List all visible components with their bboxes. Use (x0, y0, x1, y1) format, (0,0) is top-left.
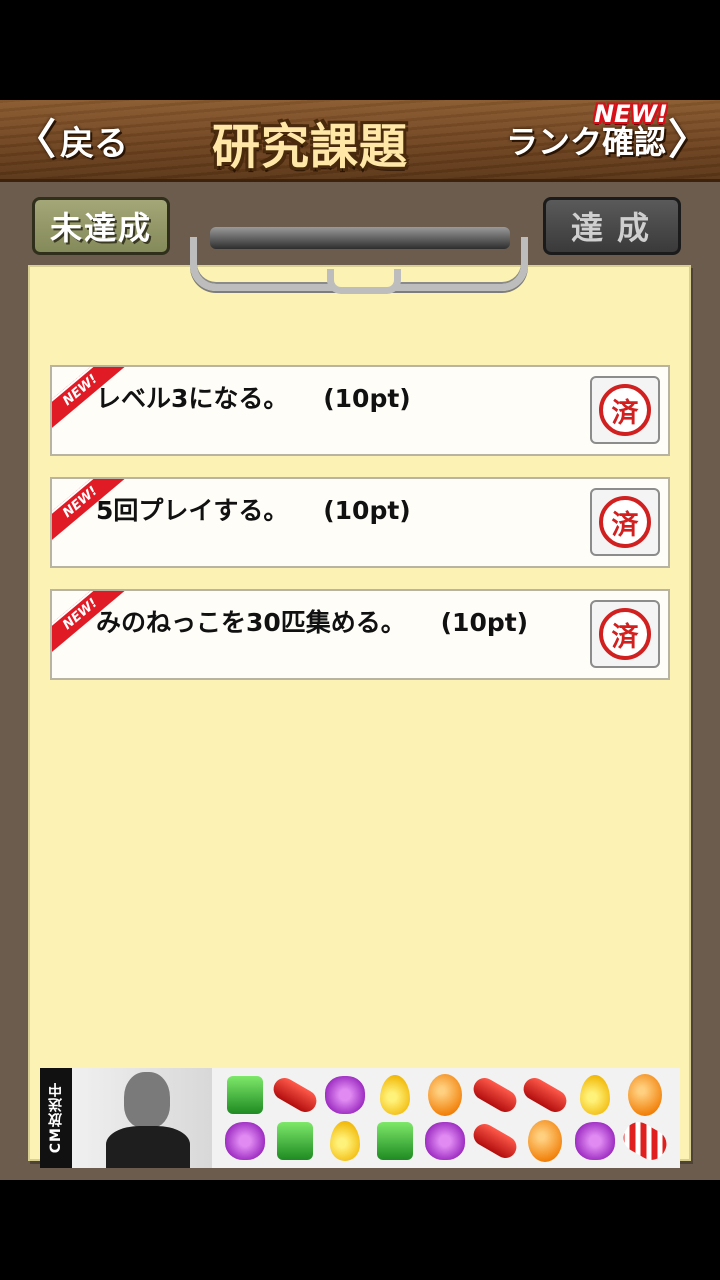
candy-red-icon (269, 1072, 321, 1118)
candy-orange-icon (420, 1072, 470, 1118)
candy-shape (469, 1073, 521, 1117)
candy-shape (469, 1119, 521, 1163)
task-description: 5回プレイする。 (96, 496, 289, 525)
new-ribbon-label: NEW! (59, 595, 101, 633)
task-text: 5回プレイする。 (10pt) (96, 491, 411, 527)
task-description: レベル3になる。 (96, 384, 289, 413)
ad-banner[interactable]: CM放送中 (40, 1068, 680, 1168)
candy-grid (220, 1072, 672, 1165)
task-points: (10pt) (323, 384, 411, 413)
task-list: NEW! レベル3になる。 (10pt) 済 NEW! 5回プレイする。 (10… (50, 365, 670, 701)
candy-shape (380, 1075, 410, 1115)
candy-purple-icon (420, 1118, 470, 1164)
new-ribbon-label: NEW! (59, 371, 101, 409)
new-badge: NEW! (594, 100, 668, 128)
task-item: NEW! レベル3になる。 (10pt) 済 (50, 365, 670, 456)
task-item: NEW! 5回プレイする。 (10pt) 済 (50, 477, 670, 568)
candy-shape (225, 1122, 265, 1160)
done-stamp-button[interactable]: 済 (590, 376, 660, 444)
candy-shape (580, 1075, 610, 1115)
candy-shape (575, 1122, 615, 1160)
chevron-right-icon: 〉 (667, 115, 710, 164)
candy-shape (325, 1076, 365, 1114)
person-body (106, 1126, 190, 1168)
candy-purple-icon (220, 1118, 270, 1164)
done-stamp-icon: 済 (599, 384, 651, 436)
ad-person-image (72, 1068, 212, 1168)
tab-unachieved[interactable]: 未達成 (32, 197, 170, 255)
candy-orange-icon (520, 1118, 570, 1164)
candy-red-icon (469, 1118, 521, 1164)
app-screen: 〈 戻る 研究課題 ランク確認 〉 NEW! 未達成 達成 NEW! レベル3に… (0, 100, 720, 1180)
done-stamp-button[interactable]: 済 (590, 488, 660, 556)
candy-shape (330, 1121, 360, 1161)
candy-shape (377, 1122, 413, 1160)
task-points: (10pt) (323, 496, 411, 525)
person-head (124, 1072, 170, 1128)
candy-shape (628, 1074, 662, 1116)
task-text: レベル3になる。 (10pt) (96, 379, 411, 415)
candy-purple-icon (320, 1072, 370, 1118)
candy-shape (227, 1076, 263, 1114)
candy-yellow-icon (370, 1072, 420, 1118)
candy-green-icon (270, 1118, 320, 1164)
ad-side-text: CM放送中 (48, 1082, 64, 1154)
page-title: 研究課題 (211, 119, 408, 175)
candy-yellow-icon (320, 1118, 370, 1164)
candy-shape (425, 1122, 465, 1160)
task-item: NEW! みのねっこを30匹集める。 (10pt) 済 (50, 589, 670, 680)
done-stamp-icon: 済 (599, 608, 651, 660)
candy-shape (528, 1120, 562, 1162)
task-text: みのねっこを30匹集める。 (10pt) (96, 603, 528, 639)
candy-orange-icon (620, 1072, 670, 1118)
candy-purple-icon (570, 1118, 620, 1164)
candy-shape (428, 1074, 462, 1116)
back-label: 戻る (60, 123, 129, 164)
task-description: みのねっこを30匹集める。 (96, 608, 406, 637)
clipboard-clip (190, 227, 528, 294)
candy-shape (269, 1073, 321, 1117)
candy-red-icon (469, 1072, 521, 1118)
done-stamp-button[interactable]: 済 (590, 600, 660, 668)
back-button[interactable]: 〈 戻る (14, 114, 128, 166)
candy-red-icon (519, 1072, 571, 1118)
ad-side-label: CM放送中 (40, 1068, 72, 1168)
candy-shape (277, 1122, 313, 1160)
candy-green-icon (370, 1118, 420, 1164)
candy-striped-icon (618, 1117, 672, 1165)
clip-loop (190, 237, 528, 294)
candy-yellow-icon (570, 1072, 620, 1118)
chevron-left-icon: 〈 (14, 115, 57, 164)
candy-shape (618, 1117, 672, 1165)
task-points: (10pt) (440, 608, 529, 637)
header-bar: 〈 戻る 研究課題 ランク確認 〉 NEW! (0, 100, 720, 182)
done-stamp-icon: 済 (599, 496, 651, 548)
new-ribbon-label: NEW! (59, 483, 101, 521)
candy-shape (519, 1073, 571, 1117)
candy-green-icon (220, 1072, 270, 1118)
tab-achieved[interactable]: 達成 (543, 197, 681, 255)
